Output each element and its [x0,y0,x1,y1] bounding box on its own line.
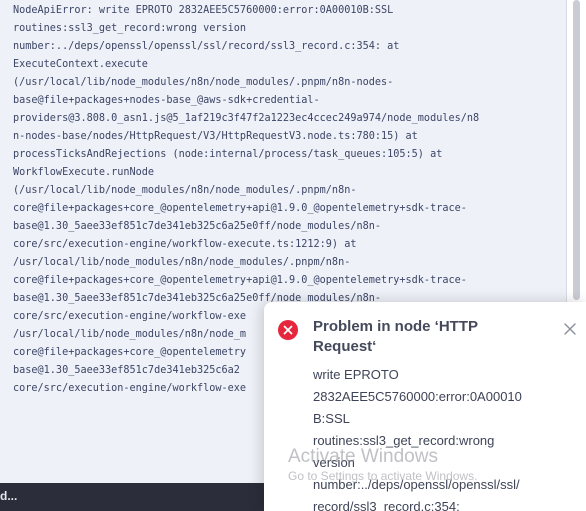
log-line: ExecuteContext.execute [13,59,148,70]
log-line: processTicksAndRejections (node:internal… [13,149,443,160]
toast-message-line: B:SSL [313,411,350,426]
toast-message-line: version [313,455,355,470]
log-line: providers@3.808.0_asn1.js@5_1af219c3f47f… [13,113,480,124]
error-circle-x-icon [278,320,298,340]
toast-message-line: number:../deps/openssl/openssl/ssl/ [313,477,520,492]
log-line: core@file+packages+core_@opentelemetry+a… [13,203,467,214]
log-line: core/src/execution-engine/workflow-execu… [13,239,357,250]
log-line: /usr/local/lib/node_modules/n8n/node_mod… [13,257,351,268]
log-line: core@file+packages+core_@opentelemetry+a… [13,275,467,286]
error-notification-toast: Problem in node ‘HTTP Request‘ write EPR… [264,302,586,511]
toast-message-line: routines:ssl3_get_record:wrong [313,433,495,448]
log-line: base@1.30_5aee33ef851c7de341eb325c6a25e0… [13,221,382,232]
bottom-bar-label[interactable]: d... [0,489,17,503]
toast-title: Problem in node ‘HTTP Request‘ [313,318,478,355]
log-line: WorkflowExecute.runNode [13,167,155,178]
log-line: (/usr/local/lib/node_modules/n8n/node_mo… [13,77,394,88]
log-line: (/usr/local/lib/node_modules/n8n/node_mo… [13,185,357,196]
toast-message: write EPROTO 2832AEE5C5760000:error:0A00… [313,364,567,511]
log-line: base@file+packages+nodes-base_@aws-sdk+c… [13,95,320,106]
log-scrollbar-thumb[interactable] [573,0,580,300]
toast-message-line: write EPROTO [313,367,399,382]
log-line: number:../deps/openssl/openssl/ssl/recor… [13,41,400,52]
log-line: NodeApiError: write EPROTO 2832AEE5C5760… [13,5,394,16]
log-line: n-nodes-base/nodes/HttpRequest/V3/HttpRe… [13,131,418,142]
toast-message-line: 2832AEE5C5760000:error:0A00010 [313,389,522,404]
toast-message-line: record/ssl3_record.c:354: [313,499,460,511]
close-x-icon[interactable] [563,321,577,335]
log-line: routines:ssl3_get_record:wrong version [13,23,247,34]
